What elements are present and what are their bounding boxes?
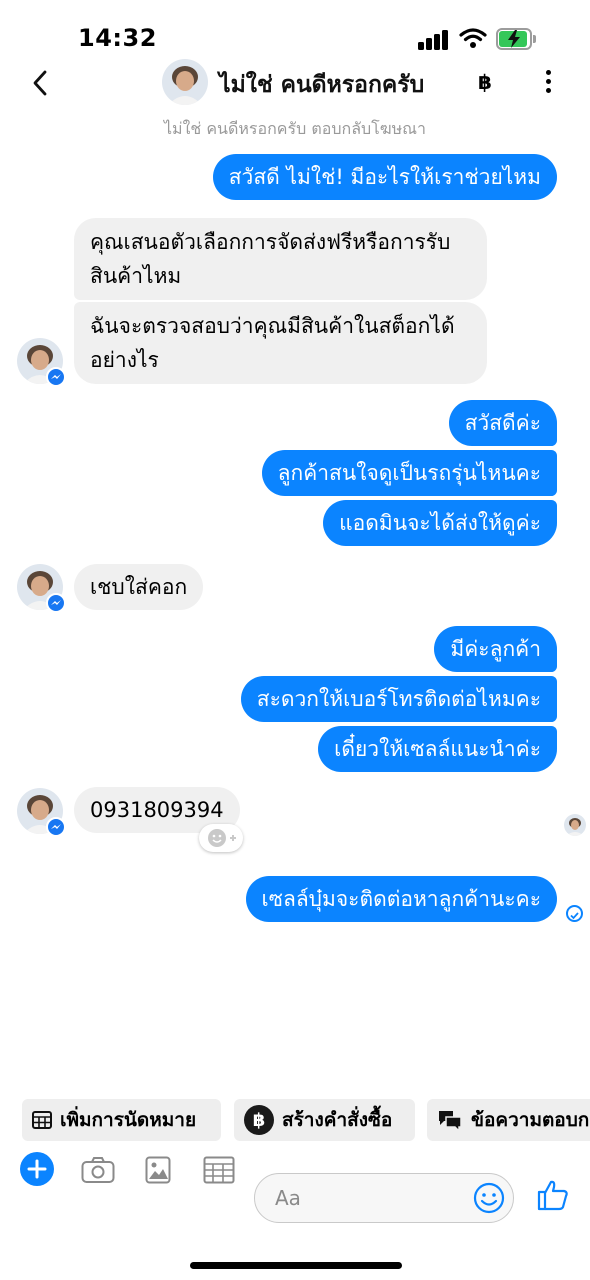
messenger-badge-icon [46, 367, 66, 387]
message-line: อย่างไร [90, 348, 159, 372]
saved-replies-label: ข้อความตอบก [471, 1109, 590, 1131]
thumbs-up-icon[interactable] [536, 1178, 570, 1216]
messenger-badge-icon [46, 817, 66, 837]
home-indicator [190, 1262, 402, 1269]
create-order-button[interactable]: ฿ สร้างคำสั่งซื้อ [234, 1099, 415, 1141]
ad-reply-subtitle: ไม่ใช่ คนดีหรอกครับ ตอบกลับโฆษณา [163, 119, 426, 138]
wifi-icon [459, 27, 487, 53]
outgoing-message[interactable]: สวัสดี ไม่ใช่! มีอะไรให้เราช่วยไหม [212, 154, 557, 200]
add-appointment-label: เพิ่มการนัดหมาย [60, 1109, 197, 1131]
contact-avatar[interactable] [162, 59, 208, 105]
create-order-label: สร้างคำสั่งซื้อ [282, 1109, 393, 1131]
battery-charging-icon [496, 28, 536, 50]
sender-avatar[interactable] [17, 788, 67, 838]
svg-text:฿: ฿ [253, 1110, 266, 1131]
cellular-signal-icon [418, 30, 450, 50]
emoji-icon[interactable] [473, 1182, 505, 1218]
chat-bubbles-icon [437, 1108, 463, 1132]
add-reaction-icon[interactable] [199, 824, 243, 852]
plus-icon[interactable] [20, 1152, 54, 1186]
saved-replies-button[interactable]: ข้อความตอบก [427, 1099, 590, 1141]
status-time: 14:32 [78, 24, 157, 52]
more-options-icon[interactable] [546, 70, 552, 94]
photo-icon[interactable] [145, 1156, 171, 1188]
incoming-message[interactable]: คุณเสนอตัวเลือกการจัดส่งฟรีหรือการรับ สิ… [74, 218, 487, 300]
message-input[interactable] [275, 1182, 465, 1214]
message-line: คุณเสนอตัวเลือกการจัดส่งฟรีหรือการรับ [90, 230, 451, 254]
seen-by-avatar [564, 814, 586, 836]
contact-name[interactable]: ไม่ใช่ คนดีหรอกครับ [219, 67, 424, 103]
sender-avatar[interactable] [17, 338, 67, 388]
outgoing-message[interactable]: แอดมินจะได้ส่งให้ดูค่ะ [323, 500, 557, 546]
message-line: ฉันจะตรวจสอบว่าคุณมีสินค้าในสต็อกได้ [90, 314, 455, 338]
outgoing-message[interactable]: เดี๋ยวให้เซลล์แนะนำค่ะ [318, 726, 557, 772]
baht-circle-icon: ฿ [244, 1105, 274, 1135]
sender-avatar[interactable] [17, 564, 67, 614]
message-line: สินค้าไหม [90, 264, 182, 288]
baht-icon[interactable]: ฿ [478, 70, 492, 94]
outgoing-message[interactable]: สวัสดีค่ะ [448, 400, 557, 446]
outgoing-message[interactable]: ลูกค้าสนใจดูเป็นรถรุ่นไหนคะ [261, 450, 557, 496]
add-appointment-button[interactable]: เพิ่มการนัดหมาย [22, 1099, 221, 1141]
incoming-message[interactable]: ฉันจะตรวจสอบว่าคุณมีสินค้าในสต็อกได้ อย่… [74, 302, 487, 384]
camera-icon[interactable] [81, 1156, 115, 1188]
table-icon[interactable] [203, 1156, 235, 1188]
outgoing-message[interactable]: สะดวกให้เบอร์โทรติดต่อไหมคะ [240, 676, 557, 722]
sent-check-icon [566, 905, 583, 922]
messenger-badge-icon [46, 593, 66, 613]
back-chevron-icon[interactable] [28, 68, 52, 98]
outgoing-message[interactable]: เซลล์บุ๋มจะติดต่อหาลูกค้านะคะ [245, 876, 557, 922]
incoming-message[interactable]: เชบใส่คอก [74, 564, 204, 610]
calendar-icon [32, 1110, 52, 1130]
outgoing-message[interactable]: มีค่ะลูกค้า [434, 626, 557, 672]
